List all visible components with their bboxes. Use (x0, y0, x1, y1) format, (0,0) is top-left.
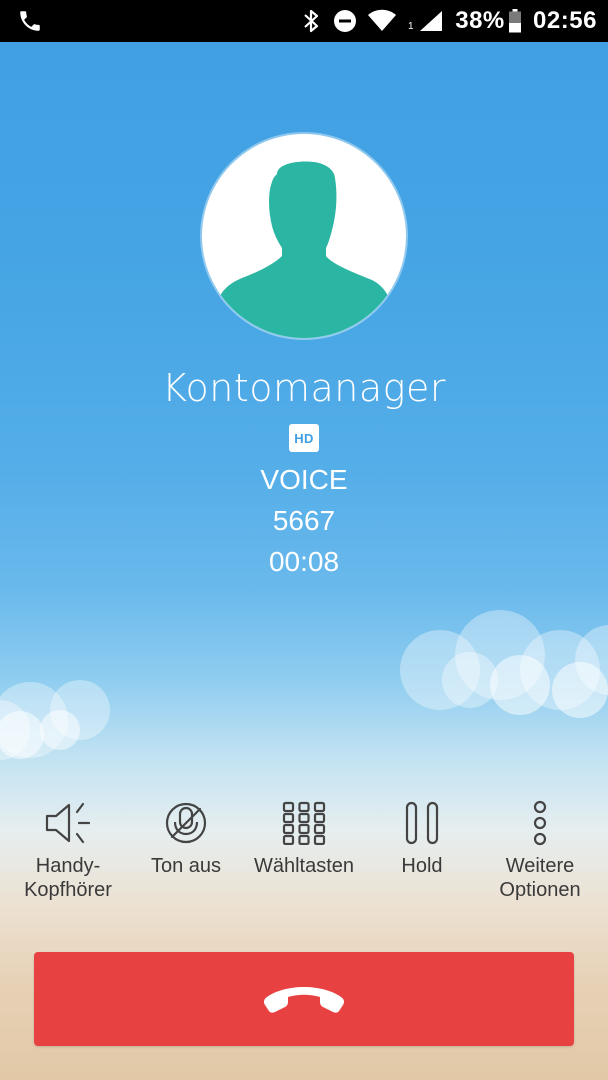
hold-button-label: Hold (401, 855, 443, 877)
battery-percentage: 38% (455, 7, 505, 34)
more-options-button-label: Weitere Optionen (499, 855, 581, 901)
more-options-button[interactable]: Weitere Optionen (480, 798, 600, 908)
cell-signal-icon: 1 (406, 0, 446, 42)
pause-icon (397, 798, 447, 848)
dialpad-button-label: Wähltasten (253, 855, 355, 877)
caller-avatar (202, 134, 406, 338)
more-options-icon (515, 798, 565, 848)
hd-voice-badge: HD (289, 424, 319, 452)
person-silhouette-icon (218, 161, 388, 338)
end-call-button[interactable] (34, 952, 574, 1046)
speaker-button-label: Handy- Kopfhörer (24, 855, 112, 901)
mute-button-label: Ton aus (150, 855, 222, 877)
battery-icon (505, 0, 525, 42)
bluetooth-icon (298, 0, 324, 42)
dialpad-icon (279, 798, 329, 848)
wifi-icon (366, 0, 398, 42)
hold-button[interactable]: Hold (362, 798, 482, 908)
mute-icon (161, 798, 211, 848)
clock: 02:56 (533, 7, 597, 34)
dialpad-button[interactable]: Wähltasten (244, 798, 364, 908)
speaker-button[interactable]: Handy- Kopfhörer (8, 798, 128, 908)
speaker-icon (43, 798, 93, 848)
sim-slot-indicator: 1 (408, 21, 414, 32)
mute-button[interactable]: Ton aus (126, 798, 246, 908)
call-type: VOICE (260, 464, 348, 495)
caller-name: Kontomanager (162, 366, 446, 410)
phone-call-icon (14, 0, 46, 42)
do-not-disturb-icon (330, 0, 360, 42)
caller-number: 5667 (272, 505, 336, 536)
status-bar: 1 38% 02:56 (0, 0, 608, 42)
end-call-icon (263, 987, 345, 1013)
call-duration: 00:08 (268, 546, 340, 577)
